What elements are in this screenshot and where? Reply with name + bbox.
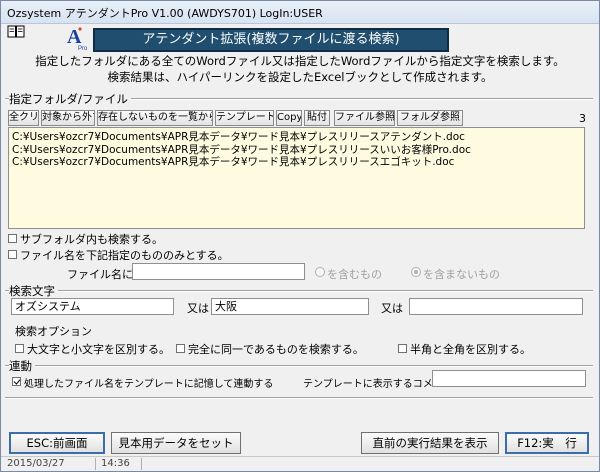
or-label-2: 又は [381,302,403,315]
divider [5,397,593,399]
subfolder-checkbox[interactable] [8,234,17,243]
help-book-icon[interactable] [7,25,25,39]
page-title-banner: アテンダント拡張(複数ファイルに渡る検索) [93,28,449,52]
width-sensitive-checkbox[interactable] [398,344,407,353]
divider [5,290,593,292]
file-list[interactable]: C:¥Users¥ozcr7¥Documents¥APR見本データ¥ワード見本¥… [8,127,585,229]
status-time: 14:36 [97,458,142,470]
clear-all-button[interactable]: 全クリア [8,110,39,126]
list-item[interactable]: C:¥Users¥ozcr7¥Documents¥APR見本データ¥ワード見本¥… [12,131,581,144]
search-term-2-input[interactable]: 大阪 [211,298,369,315]
comment-label: テンプレートに表示するコメント [303,379,453,390]
file-count: 3 [579,112,586,125]
filename-label: ファイル名に [67,268,133,281]
link-section-label: 連動 [9,358,35,374]
status-bar: 2015/03/27 14:36 [1,456,599,471]
folder-section-label: 指定フォルダ/ファイル [9,91,131,107]
list-item[interactable]: C:¥Users¥ozcr7¥Documents¥APR見本データ¥ワード見本¥… [12,144,581,157]
set-sample-data-button[interactable]: 見本用データをセット [111,432,241,454]
svg-text:Pro: Pro [78,46,88,51]
search-section-label: 検索文字 [9,283,58,299]
or-label-1: 又は [187,302,209,315]
exact-match-checkbox[interactable] [176,344,185,353]
remember-template-label: 処理したファイル名をテンプレートに記憶して連動する [24,379,274,390]
list-item[interactable]: C:¥Users¥ozcr7¥Documents¥APR見本データ¥ワード見本¥… [12,156,581,169]
window-title: Ozsystem アテンダントPro V1.00 (AWDYS701) LogI… [7,7,323,20]
radio-exclude-label: を含まないもの [423,268,500,281]
app-logo-icon: A Pro [67,26,88,51]
filename-filter-checkbox[interactable] [8,250,17,259]
radio-include[interactable] [315,267,325,277]
search-term-3-input[interactable] [409,298,583,315]
radio-include-label: を含むもの [327,268,382,281]
remember-template-checkbox[interactable] [12,377,21,386]
paste-button[interactable]: 貼付 [304,110,330,126]
template-button[interactable]: テンプレート [215,110,274,126]
title-bar: Ozsystem アテンダントPro V1.00 (AWDYS701) LogI… [1,1,599,24]
remove-from-target-button[interactable]: 対象から外す [41,110,95,126]
status-date: 2015/03/27 [3,458,96,470]
remove-missing-button[interactable]: 存在しないものを一覧から外す [97,110,213,126]
exact-match-label: 完全に同一であるものを検索する。 [188,343,364,356]
esc-back-button[interactable]: ESC:前画面 [9,432,105,454]
subfolder-label: サブフォルダ内も検索する。 [20,233,163,246]
search-term-1-input[interactable]: オズシステム [11,298,174,315]
radio-exclude[interactable] [411,267,421,277]
show-previous-result-button[interactable]: 直前の実行結果を表示 [361,432,499,454]
comment-input[interactable] [432,370,586,387]
copy-button[interactable]: Copy [276,110,302,126]
description-line-1: 指定したフォルダにある全てのWordファイル又は指定したWordファイルから指定… [35,54,565,68]
width-sensitive-label: 半角と全角を区別する。 [410,343,531,356]
search-options-label: 検索オプション [15,325,92,338]
description-line-2: 検索結果は、ハイパーリンクを設定したExcelブックとして作成されます。 [107,70,493,84]
case-sensitive-label: 大文字と小文字を区別する。 [27,343,170,356]
case-sensitive-checkbox[interactable] [15,344,24,353]
app-window: Ozsystem アテンダントPro V1.00 (AWDYS701) LogI… [0,0,600,472]
file-browse-button[interactable]: ファイル参照 [334,110,395,126]
filename-filter-label: ファイル名を下記指定のもののみとする。 [20,249,229,262]
filename-input[interactable] [132,263,305,280]
folder-browse-button[interactable]: フォルダ参照 [397,110,463,126]
run-button[interactable]: F12:実 行 [505,432,589,454]
divider [5,365,593,367]
